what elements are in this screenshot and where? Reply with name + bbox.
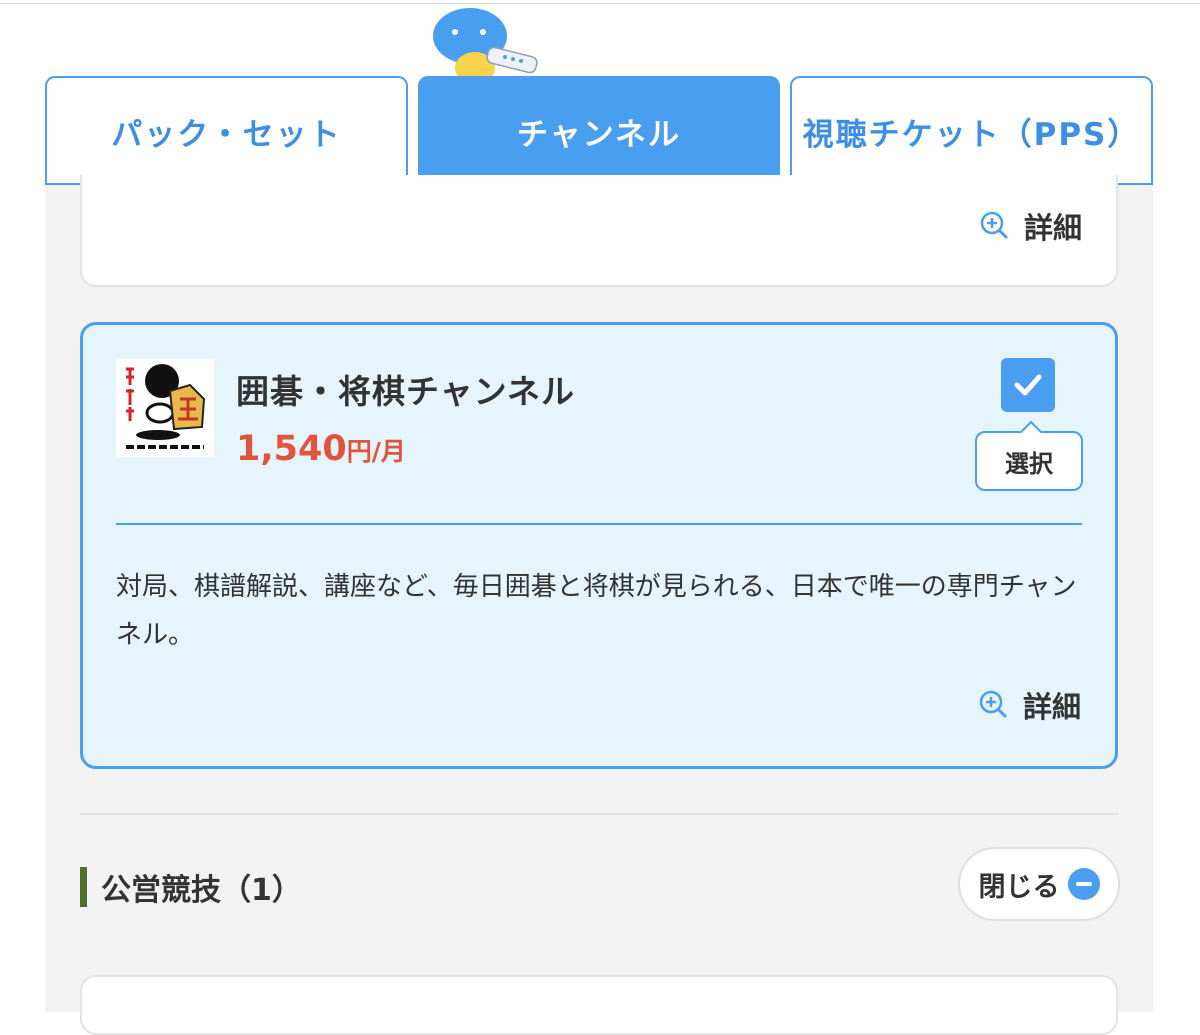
- channel-card[interactable]: [80, 975, 1118, 1035]
- channel-card: 詳細: [80, 175, 1118, 287]
- checkmark-icon: [1014, 374, 1042, 396]
- zoom-in-icon: [979, 690, 1008, 719]
- channel-selection-page: パック・セット チャンネル 視聴チケット（PPS） 詳細 囲碁・将棋チャンネル …: [0, 0, 1200, 1035]
- tab-channel[interactable]: チャンネル: [418, 76, 780, 184]
- price-unit: 円/月: [346, 437, 406, 466]
- tab-pack-set[interactable]: パック・セット: [45, 76, 408, 184]
- price-value: 1,540: [236, 429, 347, 469]
- tab-pps[interactable]: 視聴チケット（PPS）: [790, 76, 1153, 184]
- detail-label: 詳細: [1022, 690, 1081, 724]
- channel-card-selected[interactable]: 囲碁・将棋チャンネル 1,540 円/月 選択 対局、棋譜解説、講座など、毎日囲…: [80, 322, 1118, 769]
- section-title: 公営競技（1）: [101, 873, 302, 908]
- select-checkbox[interactable]: [1001, 358, 1055, 412]
- section-accent-bar: [80, 867, 87, 907]
- channel-list: 詳細 囲碁・将棋チャンネル 1,540 円/月 選択 対局、棋譜解説、講座など、…: [45, 175, 1153, 1035]
- detail-label: 詳細: [1023, 211, 1082, 245]
- minus-circle-icon: [1067, 868, 1100, 900]
- channel-price: 1,540 円/月: [236, 429, 406, 469]
- detail-link[interactable]: 詳細: [980, 205, 1082, 247]
- detail-link[interactable]: 詳細: [979, 684, 1081, 726]
- close-label: 閉じる: [978, 871, 1060, 903]
- channel-name: 囲碁・将棋チャンネル: [236, 372, 576, 411]
- mascot-icon: [433, 8, 538, 84]
- close-section-button[interactable]: 閉じる: [958, 847, 1120, 921]
- top-border: [0, 3, 1200, 4]
- select-tooltip: 選択: [975, 431, 1083, 491]
- section-divider: [80, 813, 1118, 815]
- card-divider: [116, 523, 1082, 525]
- section-header: 公営競技（1）: [80, 867, 302, 908]
- channel-description: 対局、棋譜解説、講座など、毎日囲碁と将棋が見られる、日本で唯一の専門チャンネル。: [116, 572, 1077, 650]
- zoom-in-icon: [980, 211, 1009, 240]
- channel-logo: [116, 359, 214, 457]
